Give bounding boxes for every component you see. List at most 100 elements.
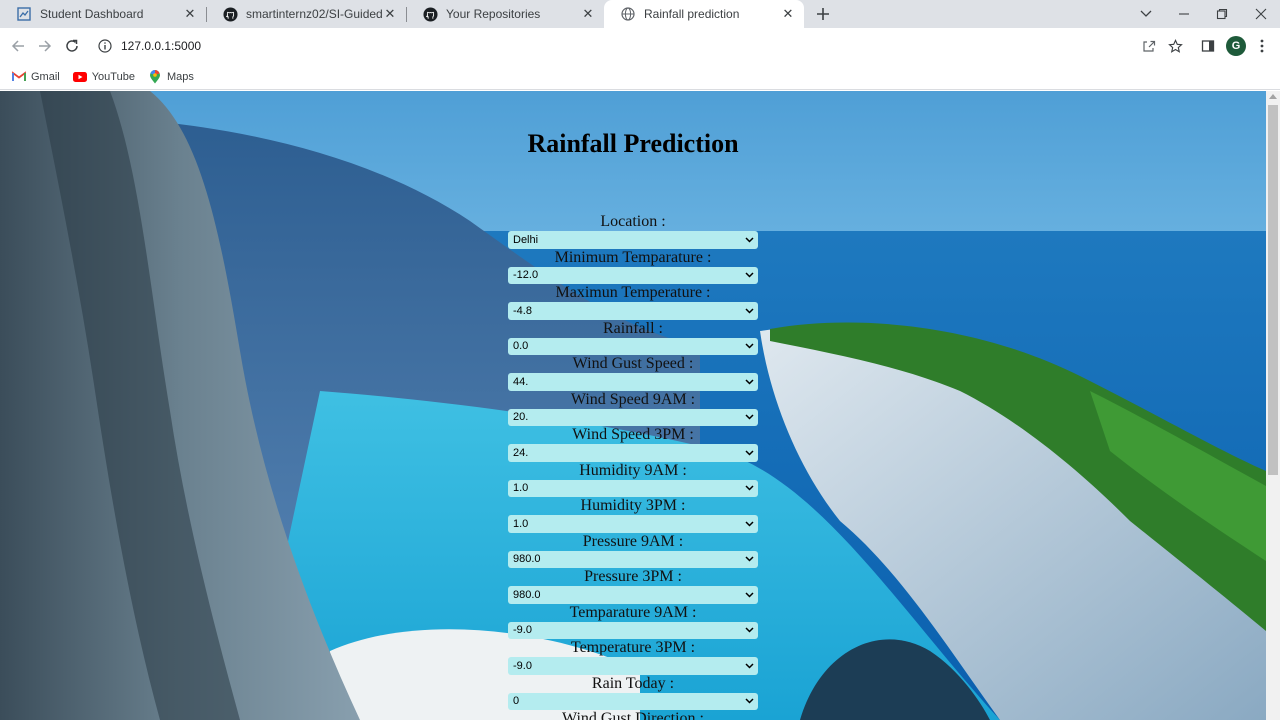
page-scrollbar[interactable] [1266, 91, 1280, 720]
chevron-down-icon [744, 590, 754, 600]
bookmarks-bar: Gmail YouTube Maps [0, 64, 1280, 90]
tab-rainfall-prediction[interactable]: Rainfall prediction ✕ [604, 0, 804, 28]
field-label: Temparature 9AM : [569, 603, 697, 621]
scrollbar-thumb[interactable] [1268, 105, 1278, 475]
select-value: 0 [513, 695, 520, 708]
field-humidity-3pm: Humidity 3PM : 1.0 [0, 497, 1266, 533]
field-label: Humidity 9AM : [579, 461, 687, 479]
site-info-icon[interactable] [97, 38, 113, 54]
wind-speed-9am-select[interactable]: 20. [508, 408, 758, 426]
select-value: 1.0 [513, 482, 529, 495]
share-icon[interactable] [1137, 34, 1161, 58]
bookmark-star-icon[interactable] [1163, 34, 1187, 58]
location-select[interactable]: Delhi [508, 231, 758, 249]
address-bar[interactable]: 127.0.0.1:5000 [89, 32, 1191, 60]
new-tab-button[interactable] [812, 3, 834, 25]
close-tab-icon[interactable]: ✕ [182, 6, 198, 22]
chevron-down-icon [744, 483, 754, 493]
restore-button[interactable] [1204, 0, 1240, 28]
select-value: 980.0 [513, 553, 541, 566]
pressure-3pm-select[interactable]: 980.0 [508, 586, 758, 604]
reload-button[interactable] [60, 34, 84, 58]
rain-today-select[interactable]: 0 [508, 692, 758, 710]
select-value: Delhi [513, 233, 539, 246]
forward-button[interactable] [33, 34, 57, 58]
field-label: Wind Gust Speed : [572, 355, 694, 372]
field-location: Location : Delhi [0, 213, 1266, 249]
close-window-button[interactable] [1243, 0, 1279, 28]
tab-title: Student Dashboard [40, 7, 144, 21]
github-icon [222, 6, 238, 22]
tab-title: Rainfall prediction [644, 7, 740, 21]
close-tab-icon[interactable]: ✕ [580, 6, 596, 22]
field-wind-gust-direction: Wind Gust Direction : [0, 710, 1266, 720]
rainfall-select[interactable]: 0.0 [508, 337, 758, 355]
field-label: Rain Today : [591, 674, 675, 692]
globe-icon [620, 6, 636, 22]
field-label: Wind Speed 3PM : [572, 426, 694, 443]
close-tab-icon[interactable]: ✕ [382, 6, 398, 22]
bookmark-label: YouTube [91, 70, 135, 83]
field-label: Pressure 9AM : [582, 532, 684, 550]
profile-avatar[interactable]: G [1226, 36, 1246, 56]
select-value: 0.0 [513, 340, 529, 353]
humidity-3pm-select[interactable]: 1.0 [508, 515, 758, 533]
select-value: 980.0 [513, 588, 541, 601]
field-label: Wind Gust Direction : [562, 710, 704, 720]
chevron-down-icon [744, 696, 754, 706]
field-wind-gust-speed: Wind Gust Speed : 44. [0, 355, 1266, 391]
chevron-down-icon [744, 270, 754, 280]
field-label: Maximun Temperature : [555, 284, 711, 301]
chevron-down-icon [744, 341, 754, 351]
back-button[interactable] [6, 34, 30, 58]
field-humidity-9am: Humidity 9AM : 1.0 [0, 461, 1266, 497]
minimize-button[interactable] [1166, 0, 1202, 28]
field-label: Rainfall : [603, 319, 663, 337]
menu-kebab-icon[interactable] [1250, 34, 1274, 58]
pressure-9am-select[interactable]: 980.0 [508, 550, 758, 568]
chevron-down-icon [744, 519, 754, 529]
field-label: Temperature 3PM : [570, 639, 696, 656]
field-label: Wind Speed 9AM : [570, 390, 696, 408]
github-icon [422, 6, 438, 22]
max-temp-select[interactable]: -4.8 [508, 302, 758, 320]
select-value: -4.8 [513, 304, 532, 317]
page-viewport: Rainfall Prediction Location : Delhi Min… [0, 91, 1266, 720]
humidity-9am-select[interactable]: 1.0 [508, 479, 758, 497]
tab-title: smartinternz02/SI-GuidedProject [246, 7, 382, 21]
chevron-down-icon [744, 235, 754, 245]
tab-search-button[interactable] [1128, 0, 1164, 28]
bookmark-label: Gmail [31, 70, 60, 83]
tab-guided-project[interactable]: smartinternz02/SI-GuidedProject ✕ [206, 0, 406, 28]
wind-gust-speed-select[interactable]: 44. [508, 373, 758, 391]
tab-your-repositories[interactable]: Your Repositories ✕ [406, 0, 604, 28]
field-pressure-9am: Pressure 9AM : 980.0 [0, 532, 1266, 568]
chevron-down-icon [744, 412, 754, 422]
page-title: Rainfall Prediction [527, 129, 739, 158]
close-tab-icon[interactable]: ✕ [780, 6, 796, 22]
youtube-icon [72, 70, 87, 84]
chevron-down-icon [744, 306, 754, 316]
min-temp-select[interactable]: -12.0 [508, 266, 758, 284]
chevron-down-icon [744, 661, 754, 671]
scroll-up-arrow-icon[interactable] [1269, 94, 1277, 99]
field-temp-9am: Temparature 9AM : -9.0 [0, 603, 1266, 639]
field-label: Pressure 3PM : [584, 568, 682, 585]
field-rainfall: Rainfall : 0.0 [0, 319, 1266, 355]
select-value: -9.0 [513, 624, 532, 637]
tab-student-dashboard[interactable]: Student Dashboard ✕ [0, 0, 206, 28]
wind-speed-3pm-select[interactable]: 24. [508, 444, 758, 462]
tab-title: Your Repositories [446, 7, 541, 21]
field-rain-today: Rain Today : 0 [0, 674, 1266, 710]
maps-icon [148, 69, 162, 84]
select-value: 1.0 [513, 517, 529, 530]
bookmark-gmail[interactable]: Gmail [12, 70, 60, 84]
select-value: 44. [513, 375, 529, 388]
field-temp-3pm: Temperature 3PM : -9.0 [0, 639, 1266, 675]
bookmark-youtube[interactable]: YouTube [72, 70, 135, 84]
side-panel-icon[interactable] [1196, 34, 1220, 58]
select-value: -12.0 [513, 269, 539, 282]
temp-9am-select[interactable]: -9.0 [508, 621, 758, 639]
temp-3pm-select[interactable]: -9.0 [508, 657, 758, 675]
bookmark-maps[interactable]: Maps [148, 69, 194, 84]
